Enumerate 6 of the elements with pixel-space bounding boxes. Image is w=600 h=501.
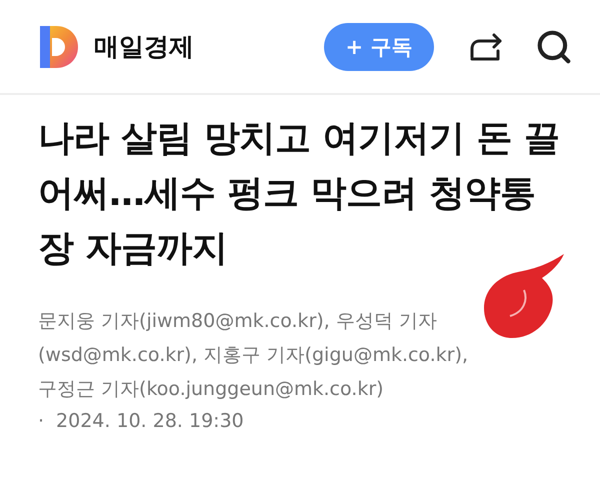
subscribe-button[interactable]: + 구독 (324, 22, 434, 70)
byline: 문지웅 기자(jiwm80@mk.co.kr), 우성덕 기자(wsd@mk.co.kr), 지홍구 기자(gigu@mk.co.kr), 구정근 기자(koo.junggeun@mk.co.kr) (38, 309, 470, 402)
article-headline: 나라 살림 망치고 여기저기 돈 끌어써…세수 펑크 막으려 청약통장 자금까지 (38, 117, 560, 271)
article-date: 2024. 10. 28. 19:30 (56, 410, 244, 432)
bullet: · (38, 410, 44, 432)
brand-name: 매일경제 (94, 31, 194, 63)
